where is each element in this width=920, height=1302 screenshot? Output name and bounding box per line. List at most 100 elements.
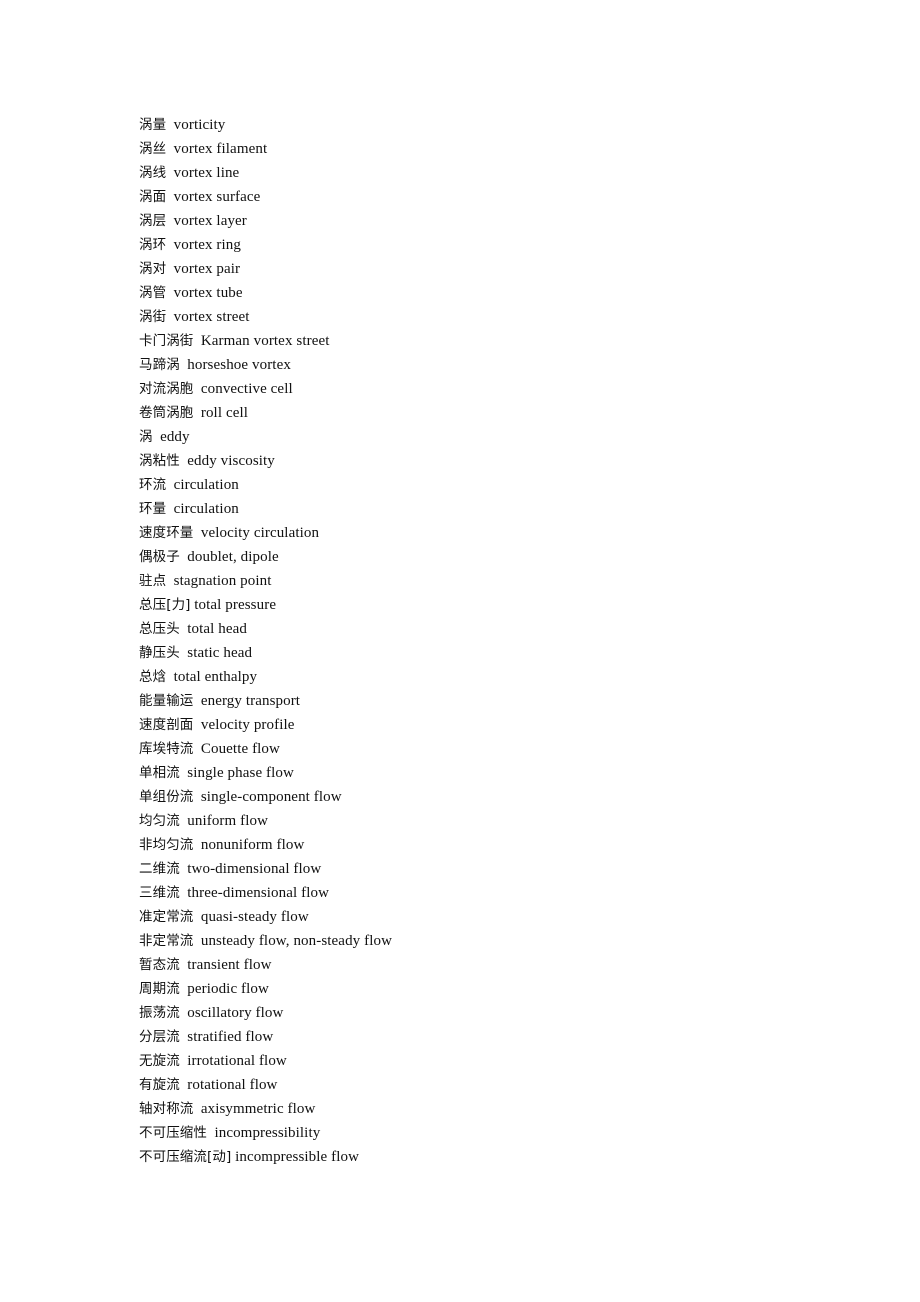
glossary-entry: 涡线 vortex line [139,161,839,185]
term-source: 均匀流 [139,813,180,829]
term-source: 涡粘性 [139,453,180,469]
term-source: 三维流 [139,885,180,901]
glossary-entry: 轴对称流 axisymmetric flow [139,1097,839,1121]
glossary-entry: 卡门涡街 Karman vortex street [139,329,839,353]
term-separator [166,237,173,253]
term-translation: periodic flow [187,981,269,997]
term-translation: axisymmetric flow [200,1101,316,1117]
term-translation: incompressible flow [235,1149,360,1165]
term-translation: vortex tube [173,285,243,301]
glossary-entry: 有旋流 rotational flow [139,1073,839,1097]
term-source: 不可压缩性 [139,1125,207,1141]
term-source: 分层流 [139,1029,180,1045]
term-separator [166,501,173,517]
term-separator [193,837,200,853]
glossary-entry: 周期流 periodic flow [139,977,839,1001]
term-translation: oscillatory flow [187,1005,284,1021]
glossary-entry: 涡街 vortex street [139,305,839,329]
glossary-entry: 非定常流 unsteady flow, non-steady flow [139,929,839,953]
glossary-entry: 能量输运 energy transport [139,689,839,713]
term-source: 能量输运 [139,693,194,709]
term-source: 速度剖面 [139,717,194,733]
term-separator [193,333,200,349]
term-separator [193,405,200,421]
term-separator [193,789,200,805]
glossary-entry: 无旋流 irrotational flow [139,1049,839,1073]
term-source: 对流涡胞 [139,381,194,397]
glossary-entry: 偶极子 doublet, dipole [139,545,839,569]
term-source: 暂态流 [139,957,180,973]
term-source: 环流 [139,477,167,493]
glossary-entry: 涡粘性 eddy viscosity [139,449,839,473]
term-source: 静压头 [139,645,180,661]
term-translation: velocity circulation [200,525,320,541]
glossary-list: 涡量 vorticity 涡丝 vortex filament 涡线 vortex … [139,113,839,1169]
term-translation: eddy viscosity [187,453,275,469]
term-source: 偶极子 [139,549,180,565]
term-source: 卡门涡街 [139,333,194,349]
glossary-entry: 库埃特流 Couette flow [139,737,839,761]
glossary-entry: 涡管 vortex tube [139,281,839,305]
term-separator [193,933,200,949]
glossary-entry: 静压头 static head [139,641,839,665]
term-source: 速度环量 [139,525,194,541]
term-source: 涡 [139,429,153,445]
term-translation: energy transport [200,693,301,709]
term-separator [166,213,173,229]
term-source: 涡管 [139,285,167,301]
glossary-entry: 涡面 vortex surface [139,185,839,209]
term-translation: transient flow [187,957,272,973]
term-separator [193,693,200,709]
term-separator [193,381,200,397]
term-translation: unsteady flow, non-steady flow [200,933,393,949]
term-translation: Karman vortex street [200,333,330,349]
term-translation: vortex line [173,165,240,181]
term-translation: vortex layer [173,213,247,229]
glossary-entry: 振荡流 oscillatory flow [139,1001,839,1025]
term-source: 非均匀流 [139,837,194,853]
term-translation: doublet, dipole [187,549,279,565]
term-source: 涡丝 [139,141,167,157]
glossary-entry: 总压[力] total pressure [139,593,839,617]
term-separator [166,165,173,181]
term-separator [166,117,173,133]
term-translation: velocity profile [200,717,295,733]
term-translation: vortex street [173,309,250,325]
term-separator [166,573,173,589]
term-translation: vorticity [173,117,226,133]
term-translation: vortex pair [173,261,241,277]
term-source: 振荡流 [139,1005,180,1021]
term-translation: roll cell [200,405,248,421]
term-source: 非定常流 [139,933,194,949]
glossary-entry: 涡 eddy [139,425,839,449]
term-translation: stagnation point [173,573,272,589]
term-source: 二维流 [139,861,180,877]
term-translation: single-component flow [200,789,342,805]
term-translation: vortex ring [173,237,241,253]
glossary-entry: 环量 circulation [139,497,839,521]
term-translation: circulation [173,477,239,493]
glossary-entry: 均匀流 uniform flow [139,809,839,833]
term-translation: nonuniform flow [200,837,305,853]
glossary-entry: 涡层 vortex layer [139,209,839,233]
term-separator [166,477,173,493]
term-translation: incompressibility [214,1125,321,1141]
term-translation: eddy [160,429,190,445]
glossary-entry: 总焓 total enthalpy [139,665,839,689]
term-translation: static head [187,645,253,661]
term-source: 总压头 [139,621,180,637]
term-separator [166,189,173,205]
term-separator [166,285,173,301]
term-translation: convective cell [200,381,293,397]
term-source: 环量 [139,501,167,517]
glossary-entry: 准定常流 quasi-steady flow [139,905,839,929]
term-source: 涡量 [139,117,167,133]
term-separator [193,741,200,757]
term-separator [193,525,200,541]
term-translation: total pressure [194,597,277,613]
term-separator [193,1101,200,1117]
glossary-entry: 涡对 vortex pair [139,257,839,281]
glossary-entry: 非均匀流 nonuniform flow [139,833,839,857]
document-page: 涡量 vorticity 涡丝 vortex filament 涡线 vortex … [0,0,920,1302]
term-translation: vortex filament [173,141,268,157]
